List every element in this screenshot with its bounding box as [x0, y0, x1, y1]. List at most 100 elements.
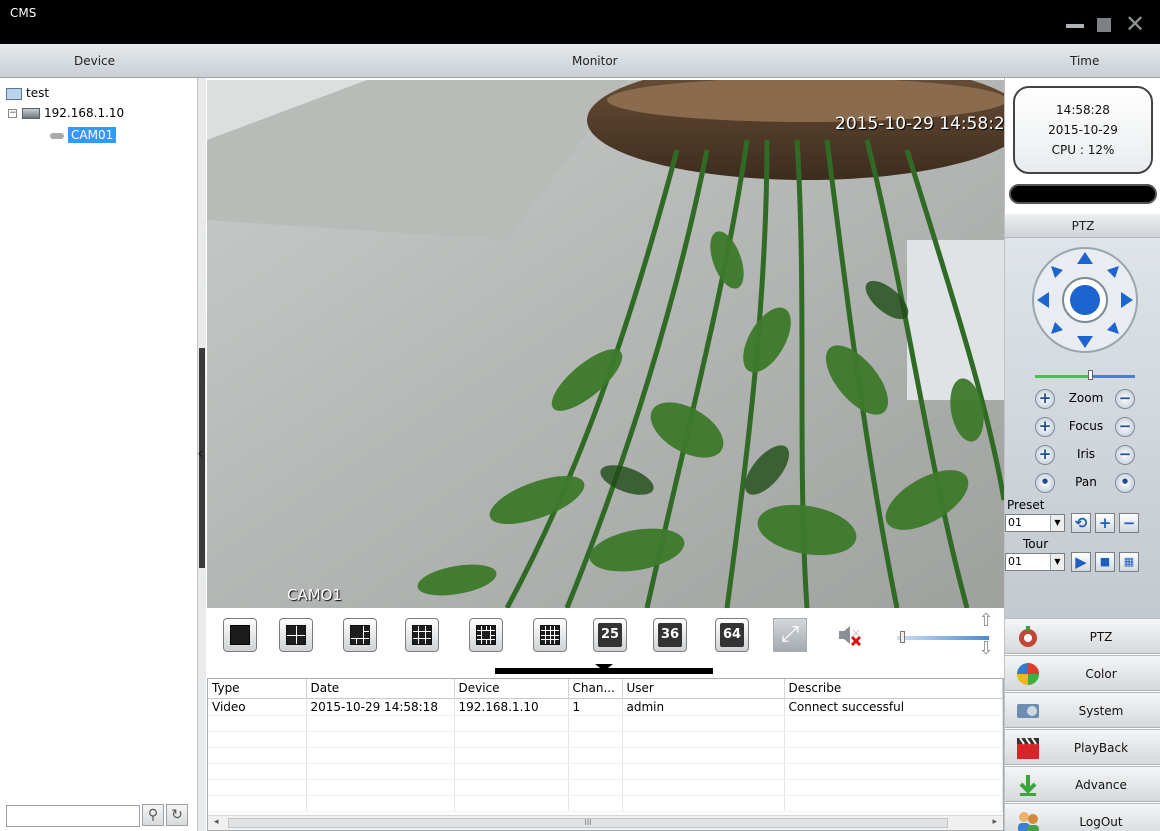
maximize-icon[interactable] — [1092, 16, 1114, 34]
menu-color[interactable]: Color — [1005, 655, 1160, 691]
clapperboard-icon — [1017, 737, 1039, 759]
close-icon[interactable]: ✕ — [1124, 12, 1146, 36]
layout-1-icon — [230, 625, 250, 645]
layout-25-button[interactable]: 25 — [593, 618, 627, 652]
table-row — [208, 747, 1003, 764]
volume-knob[interactable] — [900, 631, 905, 643]
dropdown-arrow-icon[interactable]: ▼ — [1050, 515, 1064, 531]
search-input[interactable] — [6, 805, 140, 827]
tour-grid-button[interactable]: ▦ — [1119, 552, 1139, 572]
iris-open-button[interactable]: + — [1035, 445, 1055, 465]
pan-start-button[interactable]: • — [1035, 473, 1055, 493]
layout-6-button[interactable] — [343, 618, 377, 652]
col-date[interactable]: Date — [306, 679, 455, 699]
layout-4-button[interactable] — [279, 618, 313, 652]
tour-select[interactable]: 01 ▼ — [1005, 553, 1065, 571]
arrow-down-icon[interactable]: ⇩ — [971, 638, 1001, 660]
clock-date: 2015-10-29 — [1048, 123, 1118, 137]
cell-date: 2015-10-29 14:58:18 — [306, 698, 455, 716]
zoom-label: Zoom — [1068, 391, 1104, 405]
device-header: Device — [74, 54, 116, 68]
fullscreen-icon[interactable]: ⤢ — [773, 618, 807, 652]
cell-user: admin — [622, 698, 785, 716]
layout-4-icon — [286, 625, 306, 645]
speed-knob[interactable] — [1088, 370, 1093, 380]
col-type[interactable]: Type — [208, 679, 307, 699]
app-title: CMS — [10, 6, 37, 20]
menu-logout[interactable]: LogOut — [1005, 803, 1160, 831]
zoom-in-button[interactable]: + — [1035, 389, 1055, 409]
video-view[interactable]: 2015-10-29 14:58:28 CAMO1 — [207, 80, 1004, 608]
layout-64-label: 64 — [720, 623, 744, 647]
layout-36-button[interactable]: 36 — [653, 618, 687, 652]
tree-root[interactable]: test — [6, 86, 49, 100]
pan-label: Pan — [1075, 475, 1097, 489]
zoom-out-button[interactable]: − — [1115, 389, 1135, 409]
col-describe[interactable]: Describe — [784, 679, 1003, 699]
layout-64-button[interactable]: 64 — [715, 618, 749, 652]
tree-camera[interactable]: CAM01 — [50, 127, 117, 143]
menu-system[interactable]: System — [1005, 692, 1160, 728]
scroll-arrows: ⇧ ⇩ — [971, 610, 1001, 662]
speed-fill — [1035, 375, 1091, 378]
cpu-usage: CPU : 12% — [1051, 143, 1115, 157]
preset-remove-button[interactable]: − — [1119, 513, 1139, 533]
scroll-right-icon[interactable]: ▸ — [992, 817, 997, 827]
minimize-icon[interactable] — [1064, 16, 1086, 34]
menu-logout-label: LogOut — [1079, 815, 1123, 829]
chevron-down-icon[interactable] — [595, 664, 613, 671]
layout-1-button[interactable] — [223, 618, 257, 652]
preset-value: 01 — [1008, 516, 1022, 529]
collapse-left-icon[interactable]: ‹ — [197, 443, 204, 464]
collapse-icon[interactable]: − — [8, 109, 17, 118]
ptz-direction-pad[interactable] — [1031, 246, 1139, 354]
menu-playback[interactable]: PlayBack — [1005, 729, 1160, 765]
speaker-mute-icon[interactable] — [837, 624, 863, 646]
iris-control: + Iris − — [1035, 444, 1135, 466]
panel-splitter[interactable]: ‹ — [197, 78, 206, 831]
layout-6-icon — [350, 625, 370, 645]
layout-9-button[interactable] — [405, 618, 439, 652]
system-icon — [1017, 704, 1039, 718]
layout-13-button[interactable] — [469, 618, 503, 652]
dvr-icon — [22, 108, 40, 119]
scrollbar-thumb[interactable]: III — [228, 818, 948, 828]
preset-label: Preset — [1007, 498, 1045, 512]
ptz-speed-slider[interactable] — [1035, 370, 1135, 382]
layout-9-icon — [412, 625, 432, 645]
dropdown-arrow-icon[interactable]: ▼ — [1050, 554, 1064, 570]
tree-device[interactable]: − 192.168.1.10 — [8, 106, 124, 120]
col-channel[interactable]: Chan... — [568, 679, 623, 699]
preset-call-button[interactable]: ⟲ — [1071, 513, 1091, 533]
tour-play-button[interactable]: ▶ — [1071, 552, 1091, 572]
tree-device-label: 192.168.1.10 — [44, 106, 125, 120]
refresh-icon[interactable]: ↻ — [166, 804, 188, 826]
iris-label: Iris — [1076, 447, 1096, 461]
layout-36-label: 36 — [658, 623, 682, 647]
scroll-left-icon[interactable]: ◂ — [214, 817, 219, 827]
table-row — [208, 731, 1003, 748]
tour-stop-button[interactable]: ■ — [1095, 552, 1115, 572]
focus-out-button[interactable]: − — [1115, 417, 1135, 437]
preset-add-button[interactable]: + — [1095, 513, 1115, 533]
menu-advance[interactable]: Advance — [1005, 766, 1160, 802]
focus-in-button[interactable]: + — [1035, 417, 1055, 437]
iris-close-button[interactable]: − — [1115, 445, 1135, 465]
arrow-up-icon[interactable]: ⇧ — [971, 610, 1001, 632]
tree-root-label: test — [26, 86, 50, 100]
menu-ptz[interactable]: PTZ — [1005, 618, 1160, 654]
cell-device: 192.168.1.10 — [454, 698, 569, 716]
horizontal-scrollbar[interactable]: ◂ III ▸ — [208, 815, 1003, 830]
menu-advance-label: Advance — [1075, 778, 1127, 792]
monitor-header: Monitor — [572, 54, 618, 68]
col-user[interactable]: User — [622, 679, 785, 699]
col-device[interactable]: Device — [454, 679, 569, 699]
search-icon[interactable]: ⚲ — [142, 804, 164, 826]
title-bar: CMS ✕ — [0, 0, 1160, 44]
pan-stop-button[interactable]: • — [1115, 473, 1135, 493]
layout-16-button[interactable] — [533, 618, 567, 652]
table-row — [208, 779, 1003, 796]
table-row[interactable]: Video 2015-10-29 14:58:18 192.168.1.10 1… — [208, 698, 1003, 716]
ptz-panel: + Zoom − + Focus − + Iris − • Pan • Pres… — [1005, 238, 1160, 618]
preset-select[interactable]: 01 ▼ — [1005, 514, 1065, 532]
